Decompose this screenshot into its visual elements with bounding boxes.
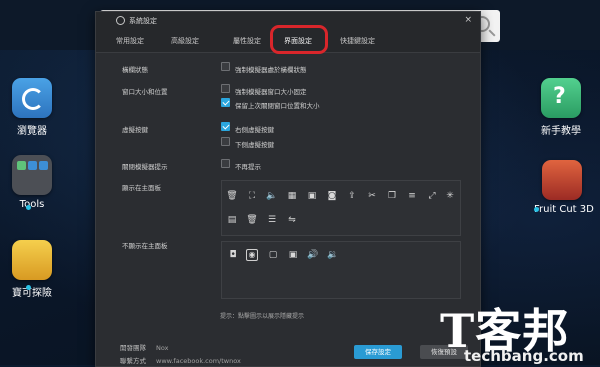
right-virtual-keys-checkbox[interactable] (221, 122, 230, 131)
volume-up-icon[interactable]: 🔊 (307, 249, 319, 261)
tab-general[interactable]: 常用設定 (116, 36, 144, 46)
sidebar-state-label: 橫欄狀態 (122, 66, 148, 74)
tab-highlight-annotation (270, 25, 328, 54)
image-icon[interactable]: ▣ (287, 249, 299, 261)
copy-icon[interactable]: ❐ (386, 190, 398, 202)
fixed-window-size-checkbox[interactable] (221, 84, 230, 93)
contact-line: 聯繫方式 www.facebook.com/twnox (120, 355, 241, 365)
volume-up-icon[interactable]: 🔈 (266, 190, 278, 202)
pokemon-quest-icon (12, 240, 52, 280)
app-fruit-cut[interactable]: Fruit Cut 3D (534, 160, 594, 215)
camera-icon[interactable]: ◙ (326, 190, 338, 202)
remember-window-position-option: 保留上次關閉窗口位置和大小 (235, 102, 320, 110)
fixed-window-size-option: 強制模擬器窗口大小固定 (235, 88, 307, 96)
shown-tools-panel: 🗑 ⛶ 🔈 ▦ ▣ ◙ ⇪ ✂ ❐ ≡ ⤢ ✳ ▤ 🗑 ☰ ⇋ (221, 180, 461, 236)
screen-record-icon[interactable]: ▢ (267, 249, 279, 261)
hidden-tools-panel: ◘ ◉ ▢ ▣ 🔊 🔉 (221, 241, 461, 299)
app-browser[interactable]: 瀏覽器 (12, 78, 52, 137)
screenshot-icon[interactable]: ▣ (306, 190, 318, 202)
arrows-icon[interactable]: ⤢ (426, 190, 438, 202)
new-app-dot (534, 207, 539, 212)
tab-advanced[interactable]: 高級設定 (171, 36, 199, 46)
new-app-dot (26, 205, 31, 210)
menu-icon[interactable]: ≡ (406, 190, 418, 202)
close-prompt-checkbox[interactable] (221, 159, 230, 168)
delete-icon[interactable]: 🗑 (246, 214, 258, 226)
app-pokemon-quest[interactable]: 寶可探險 (12, 240, 52, 299)
bottom-virtual-keys-checkbox[interactable] (221, 137, 230, 146)
trash-icon[interactable]: 🗑 (226, 190, 238, 202)
package-icon[interactable]: ▦ (286, 190, 298, 202)
list-icon[interactable]: ☰ (266, 214, 278, 226)
system-settings-dialog: 系統設定 × 常用設定 高級設定 屬性設定 界面設定 快捷鍵設定 橫欄狀態 強制… (95, 11, 481, 367)
contact-label: 聯繫方式 (120, 357, 146, 365)
developer-value: Nox (156, 344, 169, 352)
app-tutorial[interactable]: ? 新手教學 (541, 78, 581, 137)
sidebar-state-checkbox[interactable] (221, 62, 230, 71)
remember-window-position-checkbox[interactable] (221, 98, 230, 107)
app-label: Fruit Cut 3D (534, 204, 594, 215)
fruit-cut-icon (542, 160, 582, 200)
watermark-domain: techbang.com (464, 347, 584, 365)
gear-icon (116, 16, 125, 25)
show-panel-label: 顯示在主面板 (122, 184, 161, 192)
scissors-icon[interactable]: ✂ (366, 190, 378, 202)
tutorial-icon: ? (541, 78, 581, 118)
app-tools-folder[interactable]: Tools (12, 155, 52, 210)
save-settings-button[interactable]: 保存設定 (354, 345, 402, 359)
loading-icon[interactable]: ✳ (444, 190, 456, 202)
dialog-title: 系統設定 (129, 17, 157, 25)
bottom-virtual-keys-option: 下側虛擬按鍵 (235, 141, 274, 149)
right-virtual-keys-option: 右側虛擬按鍵 (235, 126, 274, 134)
volume-down-icon[interactable]: 🔉 (327, 249, 339, 261)
developer-line: 開發團隊 Nox (120, 342, 169, 352)
share-icon[interactable]: ⇪ (346, 190, 358, 202)
hint-text: 提示：點擊圖示以展示隱藏提示 (220, 313, 305, 320)
app-label: Tools (19, 199, 45, 210)
virtual-keys-label: 虛擬按鍵 (122, 126, 148, 134)
close-icon[interactable]: × (464, 15, 472, 25)
sidebar-state-option: 強制模擬器處於橫欄狀態 (235, 66, 307, 74)
window-size-label: 窗口大小和位置 (122, 88, 168, 96)
stack-icon[interactable]: ▤ (226, 214, 238, 226)
contact-link[interactable]: www.facebook.com/twnox (156, 357, 241, 365)
techbang-watermark: T客邦 techbang.com (440, 295, 584, 365)
developer-label: 開發團隊 (120, 344, 146, 352)
new-app-dot (26, 285, 31, 290)
hidden-panel-label: 不顯示在主面板 (122, 242, 168, 250)
tab-properties[interactable]: 屬性設定 (233, 36, 261, 46)
location-icon[interactable]: ◉ (246, 249, 258, 261)
app-label: 寶可探險 (12, 288, 52, 299)
sliders-icon[interactable]: ⇋ (286, 214, 298, 226)
expand-icon[interactable]: ⛶ (246, 190, 258, 202)
folder-icon (12, 155, 52, 195)
camera-icon[interactable]: ◘ (227, 249, 239, 261)
close-prompt-label: 關閉模擬器提示 (122, 163, 168, 171)
app-label: 瀏覽器 (17, 126, 47, 137)
app-label: 新手教學 (541, 126, 581, 137)
browser-icon (12, 78, 52, 118)
close-prompt-option: 不再提示 (235, 163, 261, 171)
tab-shortcuts[interactable]: 快捷鍵設定 (340, 36, 375, 46)
